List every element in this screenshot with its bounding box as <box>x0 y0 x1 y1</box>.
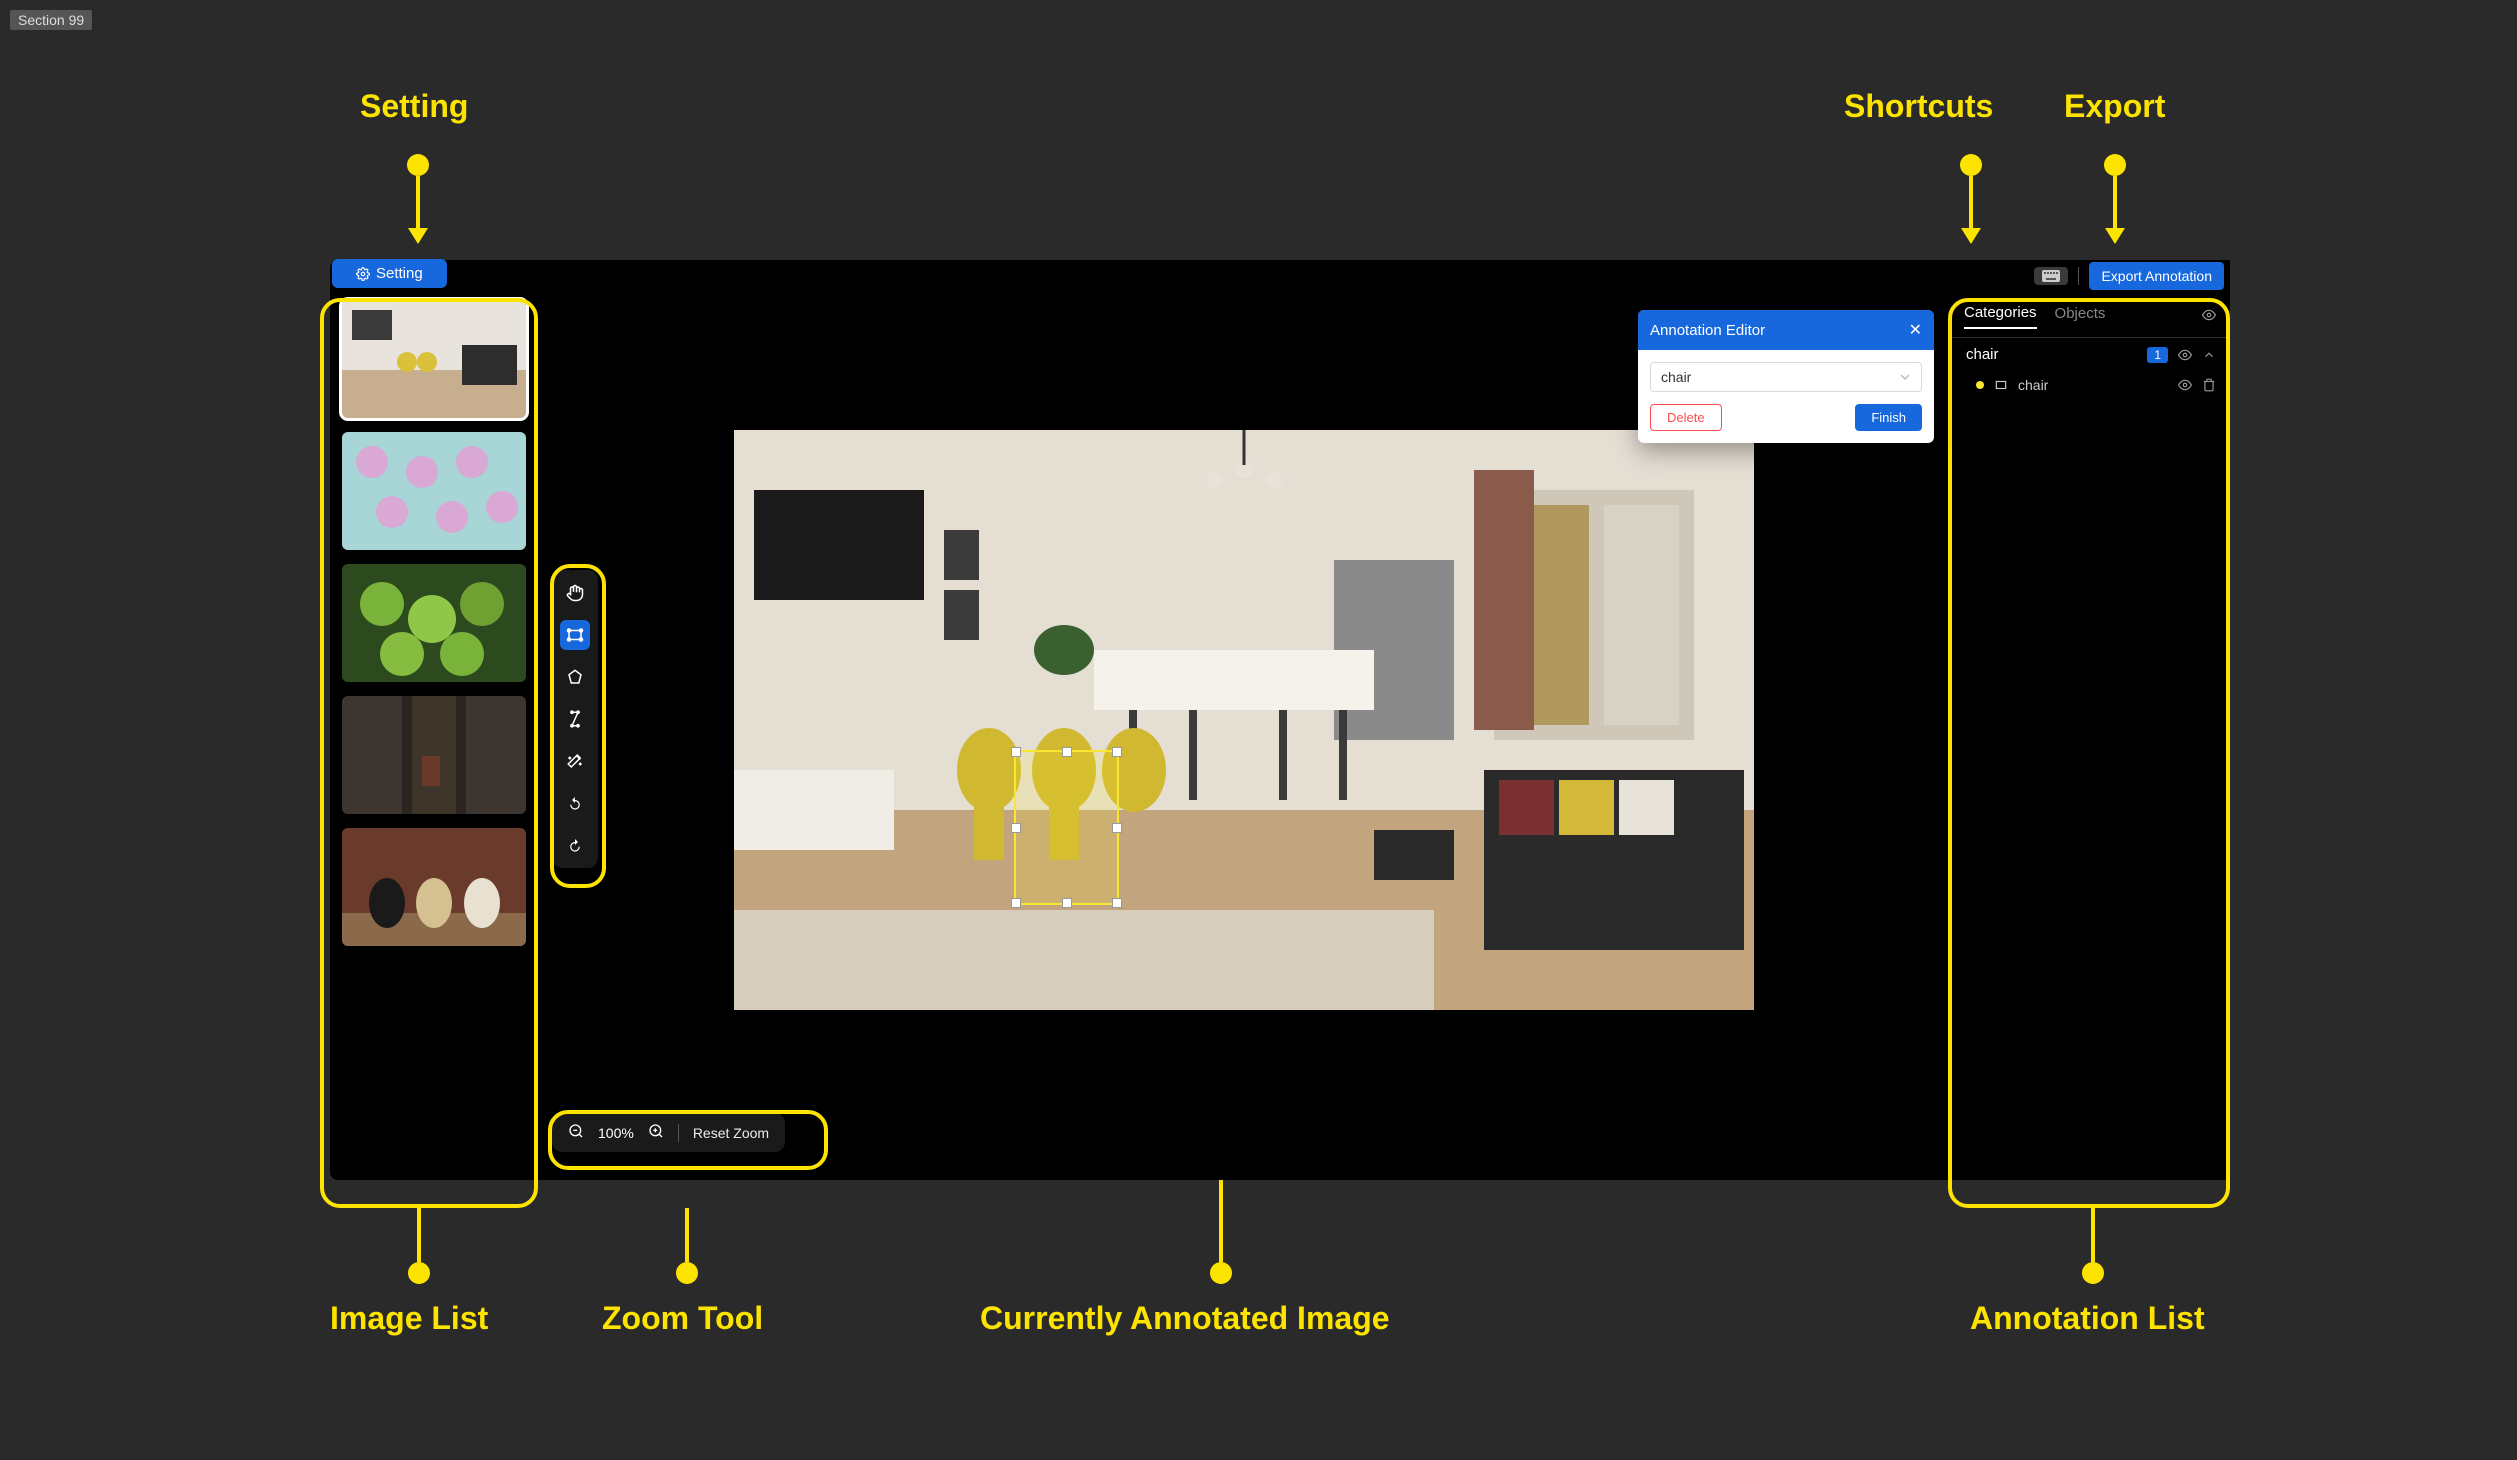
callout-export: Export <box>2064 88 2165 125</box>
export-button[interactable]: Export Annotation <box>2089 262 2224 290</box>
section-tag: Section 99 <box>10 10 92 30</box>
thumbnail-dogs[interactable] <box>342 828 526 946</box>
eye-icon <box>2202 308 2216 322</box>
handle-br[interactable] <box>1112 898 1122 908</box>
count-badge: 1 <box>2147 347 2168 363</box>
tab-categories[interactable]: Categories <box>1964 304 2037 329</box>
object-name: chair <box>2018 377 2048 393</box>
divider <box>678 1124 679 1142</box>
callout-annotation-list: Annotation List <box>1970 1300 2205 1337</box>
object-item[interactable]: chair <box>1950 371 2230 399</box>
zoom-in-icon <box>648 1123 664 1139</box>
handle-tm[interactable] <box>1062 747 1072 757</box>
callout-zoom: Zoom Tool <box>602 1300 763 1337</box>
callout-setting: Setting <box>360 88 468 125</box>
handle-ml[interactable] <box>1011 823 1021 833</box>
thumbnail-donuts[interactable] <box>342 432 526 550</box>
setting-label: Setting <box>376 265 423 282</box>
zoom-reset-button[interactable]: Reset Zoom <box>693 1125 769 1141</box>
keyboard-icon <box>2042 270 2060 282</box>
annotated-image[interactable] <box>734 430 1754 1010</box>
thumbnail-limes[interactable] <box>342 564 526 682</box>
callout-current: Currently Annotated Image <box>980 1300 1390 1337</box>
shortcuts-button[interactable] <box>2034 267 2068 285</box>
eye-icon[interactable] <box>2178 378 2192 392</box>
trash-icon[interactable] <box>2202 378 2216 392</box>
rectangle-icon <box>1994 378 2008 392</box>
handle-bl[interactable] <box>1011 898 1021 908</box>
handle-bm[interactable] <box>1062 898 1072 908</box>
callout-image-list: Image List <box>330 1300 488 1337</box>
chevron-down-icon <box>1899 371 1911 383</box>
category-select[interactable]: chair <box>1650 362 1922 392</box>
delete-button[interactable]: Delete <box>1650 404 1722 431</box>
zoom-bar: 100% Reset Zoom <box>552 1113 785 1152</box>
zoom-in-button[interactable] <box>648 1123 664 1142</box>
handle-tl[interactable] <box>1011 747 1021 757</box>
chevron-up-icon[interactable] <box>2202 348 2216 362</box>
gear-icon <box>356 267 370 281</box>
category-item[interactable]: chair 1 <box>1950 338 2230 371</box>
handle-mr[interactable] <box>1112 823 1122 833</box>
close-icon[interactable]: ✕ <box>1909 320 1922 340</box>
thumbnail-street[interactable] <box>342 696 526 814</box>
zoom-out-button[interactable] <box>568 1123 584 1142</box>
selected-category: chair <box>1661 369 1691 385</box>
setting-button[interactable]: Setting <box>332 259 447 288</box>
eye-icon[interactable] <box>2178 348 2192 362</box>
category-name: chair <box>1966 346 1999 363</box>
divider <box>2078 267 2079 285</box>
thumbnail-room[interactable] <box>342 300 526 418</box>
handle-tr[interactable] <box>1112 747 1122 757</box>
zoom-out-icon <box>568 1123 584 1139</box>
callout-shortcuts: Shortcuts <box>1844 88 1993 125</box>
visibility-toggle[interactable] <box>2202 308 2216 326</box>
annotation-panel: Categories Objects chair 1 chair <box>1950 260 2230 1180</box>
app-root: Setting Export Annotation <box>330 260 2230 1180</box>
color-dot <box>1976 381 1984 389</box>
bounding-box[interactable] <box>1014 750 1119 905</box>
zoom-level: 100% <box>598 1125 634 1141</box>
finish-button[interactable]: Finish <box>1855 404 1922 431</box>
annotation-editor: Annotation Editor ✕ chair Delete Finish <box>1638 310 1934 443</box>
image-list <box>330 260 538 1180</box>
editor-title: Annotation Editor <box>1650 322 1765 339</box>
tab-objects[interactable]: Objects <box>2055 305 2106 328</box>
